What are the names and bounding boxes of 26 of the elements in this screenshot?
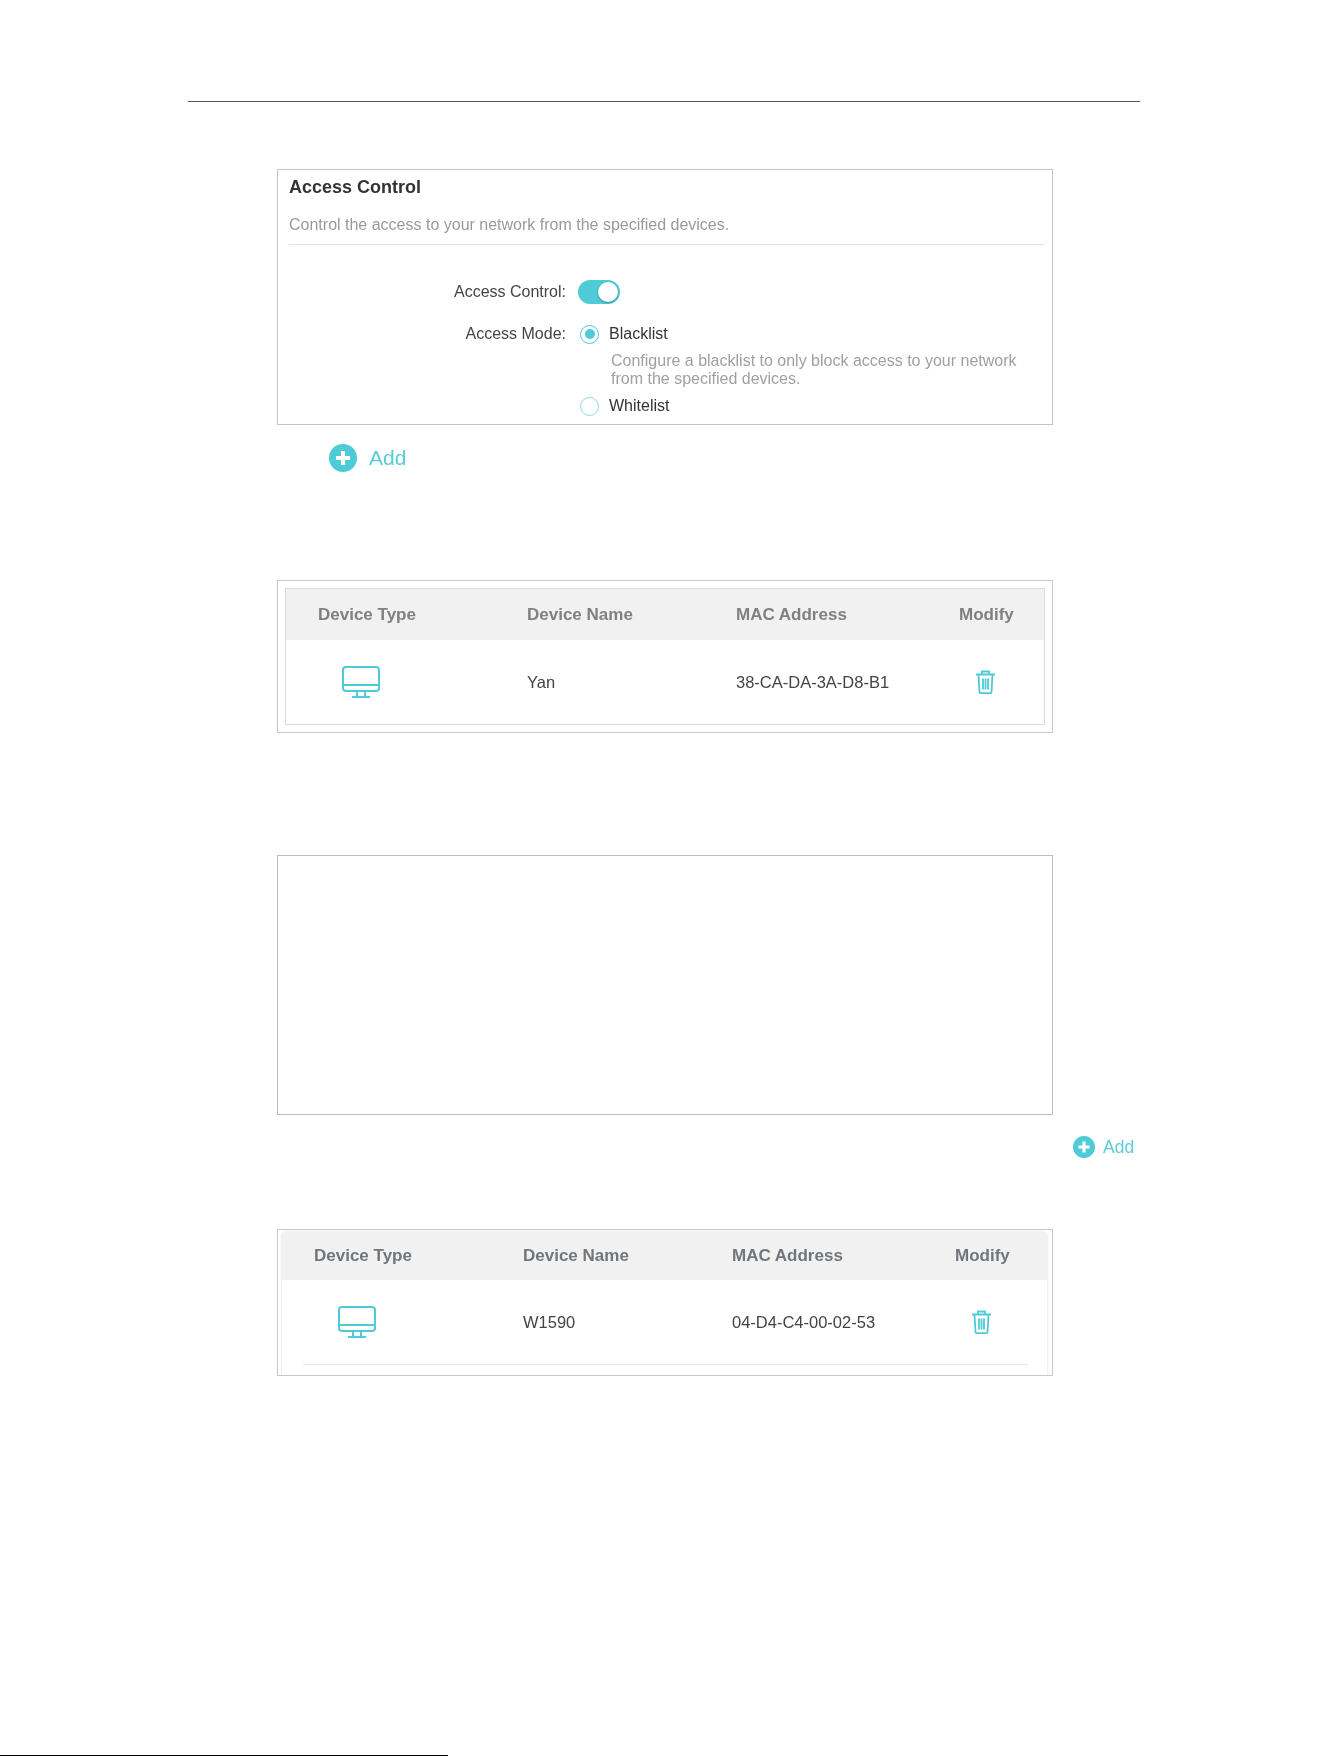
column-header: Device Type — [314, 1246, 412, 1266]
table-cell: Yan — [527, 672, 556, 692]
column-header: Device Name — [523, 1246, 629, 1266]
trash-icon[interactable] — [975, 670, 996, 694]
column-header: Modify — [955, 1246, 1010, 1266]
column-header: Modify — [959, 604, 1014, 625]
radio-label[interactable]: Blacklist — [609, 323, 668, 345]
panel-title: Access Control — [289, 176, 422, 198]
column-header: MAC Address — [732, 1246, 843, 1266]
panel-description: Control the access to your network from the specified devices. — [289, 215, 730, 235]
column-header: MAC Address — [736, 604, 847, 625]
column-header: Device Name — [527, 604, 633, 625]
option-description: Configure a blacklist to only block access to your network from the specified devices. — [611, 352, 1018, 388]
trash-icon[interactable] — [971, 1310, 992, 1334]
monitor-icon — [338, 1305, 376, 1339]
radio-label[interactable]: Whitelist — [609, 395, 670, 417]
table-cell: W1590 — [523, 1312, 576, 1332]
plus-circle-icon — [1073, 1136, 1095, 1158]
column-header: Device Type — [318, 604, 416, 625]
plus-circle-icon — [329, 444, 357, 472]
table-cell: 38-CA-DA-3A-D8-B1 — [736, 672, 890, 692]
monitor-icon — [342, 665, 380, 699]
table-cell: 04-D4-C4-00-02-53 — [732, 1312, 876, 1332]
field-label: Access Mode: — [465, 324, 566, 344]
field-label: Access Control: — [453, 282, 566, 302]
toggle-switch[interactable] — [578, 280, 620, 304]
